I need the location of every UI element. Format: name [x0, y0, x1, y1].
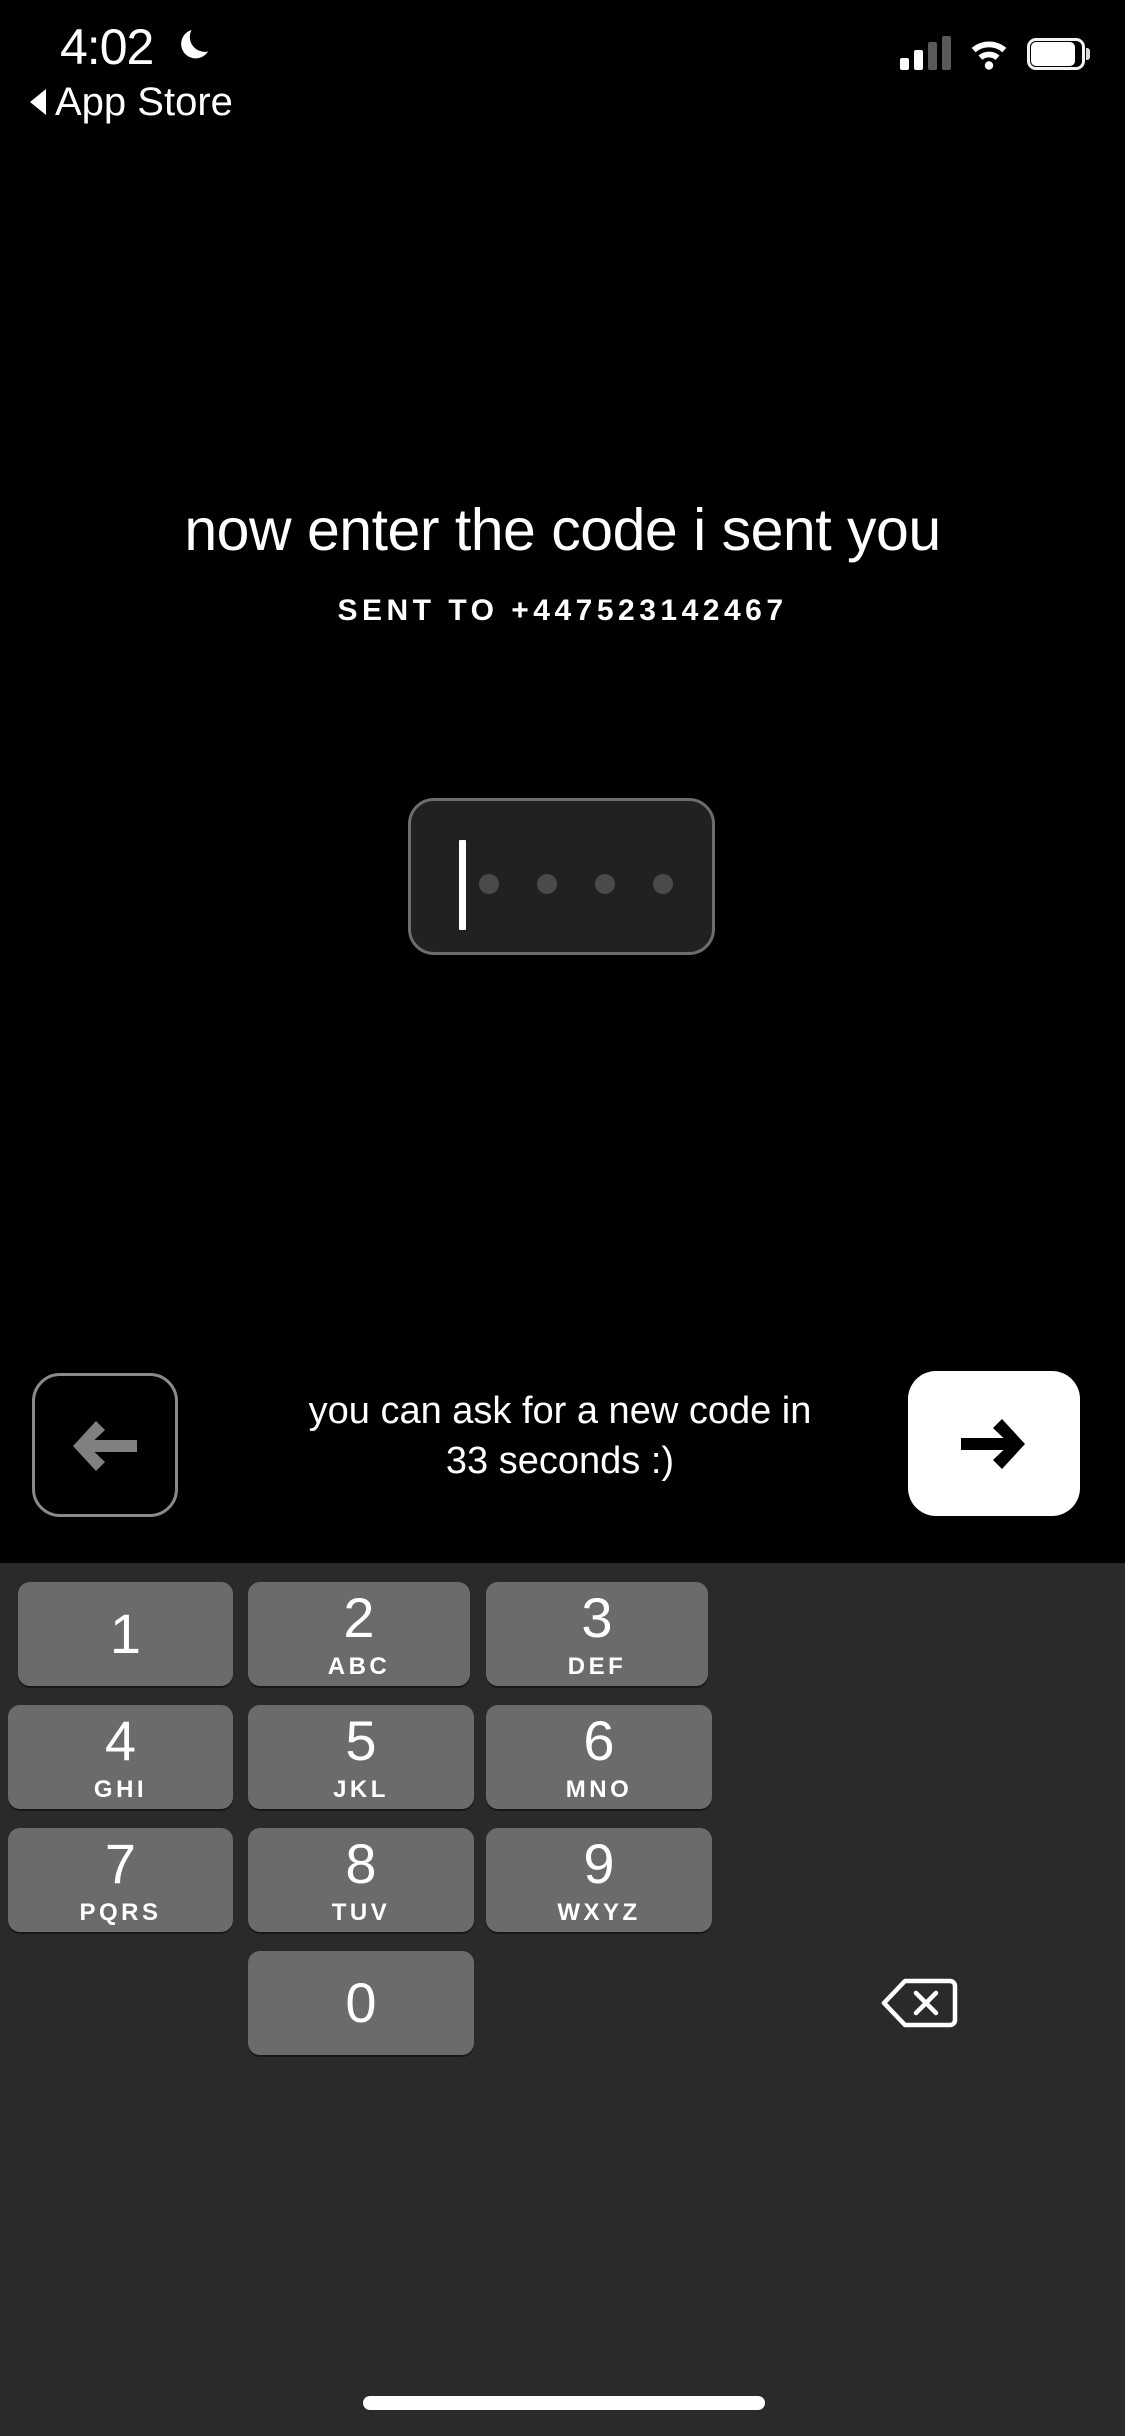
keypad-key-7[interactable]: 7 PQRS: [8, 1828, 233, 1932]
key-letters: ABC: [327, 1652, 391, 1680]
key-letters: TUV: [331, 1898, 391, 1926]
crescent-moon-icon: [181, 30, 208, 59]
back-to-app-store-link[interactable]: App Store: [30, 82, 233, 122]
wifi-icon: [971, 41, 1007, 70]
back-triangle-icon: [30, 89, 46, 115]
resend-timer-text: you can ask for a new code in 33 seconds…: [308, 1390, 812, 1483]
key-letters: DEF: [567, 1652, 627, 1680]
numeric-keypad: 1 2 ABC 3 DEF 4 GHI 5 JKL 6 MNO 7 PQRS 8…: [0, 1563, 1125, 2436]
battery-icon: [1027, 38, 1090, 70]
phone-screen: 4:02 App Store now enter the code i sent…: [0, 0, 1125, 2436]
key-digit: 8: [345, 1831, 377, 1895]
keypad-key-6[interactable]: 6 MNO: [486, 1705, 712, 1809]
status-bar: 4:02 App Store: [0, 0, 1125, 132]
key-digit: 9: [583, 1831, 615, 1895]
page-title: now enter the code i sent you: [184, 497, 941, 563]
arrow-right-icon: [961, 1418, 1025, 1469]
key-digit: 7: [104, 1831, 137, 1895]
keypad-key-5[interactable]: 5 JKL: [248, 1705, 474, 1809]
keypad-key-3[interactable]: 3 DEF: [486, 1582, 708, 1686]
status-time: 4:02: [60, 19, 154, 75]
key-letters: JKL: [333, 1775, 389, 1803]
status-indicators: [900, 28, 1090, 70]
key-letters: GHI: [93, 1775, 148, 1803]
code-digit-placeholder: [479, 874, 499, 894]
key-digit: 4: [104, 1708, 137, 1772]
keypad-key-1[interactable]: 1: [18, 1582, 233, 1686]
next-button[interactable]: [908, 1371, 1080, 1516]
arrow-left-icon: [73, 1421, 137, 1471]
key-digit: 2: [343, 1585, 375, 1649]
keypad-key-4[interactable]: 4 GHI: [8, 1705, 233, 1809]
keypad-key-8[interactable]: 8 TUV: [248, 1828, 474, 1932]
key-letters: PQRS: [79, 1898, 162, 1926]
sent-to-subtitle: SENT TO +447523142467: [337, 594, 788, 627]
cellular-signal-icon: [900, 36, 951, 70]
key-letters: WXYZ: [557, 1898, 641, 1926]
key-digit: 5: [345, 1708, 377, 1772]
text-cursor: [459, 840, 466, 930]
keypad-key-9[interactable]: 9 WXYZ: [486, 1828, 712, 1932]
keypad-key-2[interactable]: 2 ABC: [248, 1582, 470, 1686]
code-digit-placeholder: [595, 874, 615, 894]
back-button[interactable]: [32, 1373, 178, 1517]
keypad-key-0[interactable]: 0: [248, 1951, 474, 2055]
code-input[interactable]: [408, 798, 715, 955]
home-indicator[interactable]: [363, 2396, 765, 2410]
key-letters: MNO: [565, 1775, 633, 1803]
backspace-delete-icon: [881, 1978, 958, 2028]
back-link-label: App Store: [55, 80, 233, 124]
keypad-delete-key[interactable]: [855, 1961, 985, 2045]
code-digit-placeholder: [653, 874, 673, 894]
key-digit: 0: [345, 1971, 377, 2034]
code-digit-placeholder: [537, 874, 557, 894]
key-digit: 1: [109, 1602, 142, 1665]
key-digit: 6: [583, 1708, 615, 1772]
key-digit: 3: [581, 1585, 613, 1649]
